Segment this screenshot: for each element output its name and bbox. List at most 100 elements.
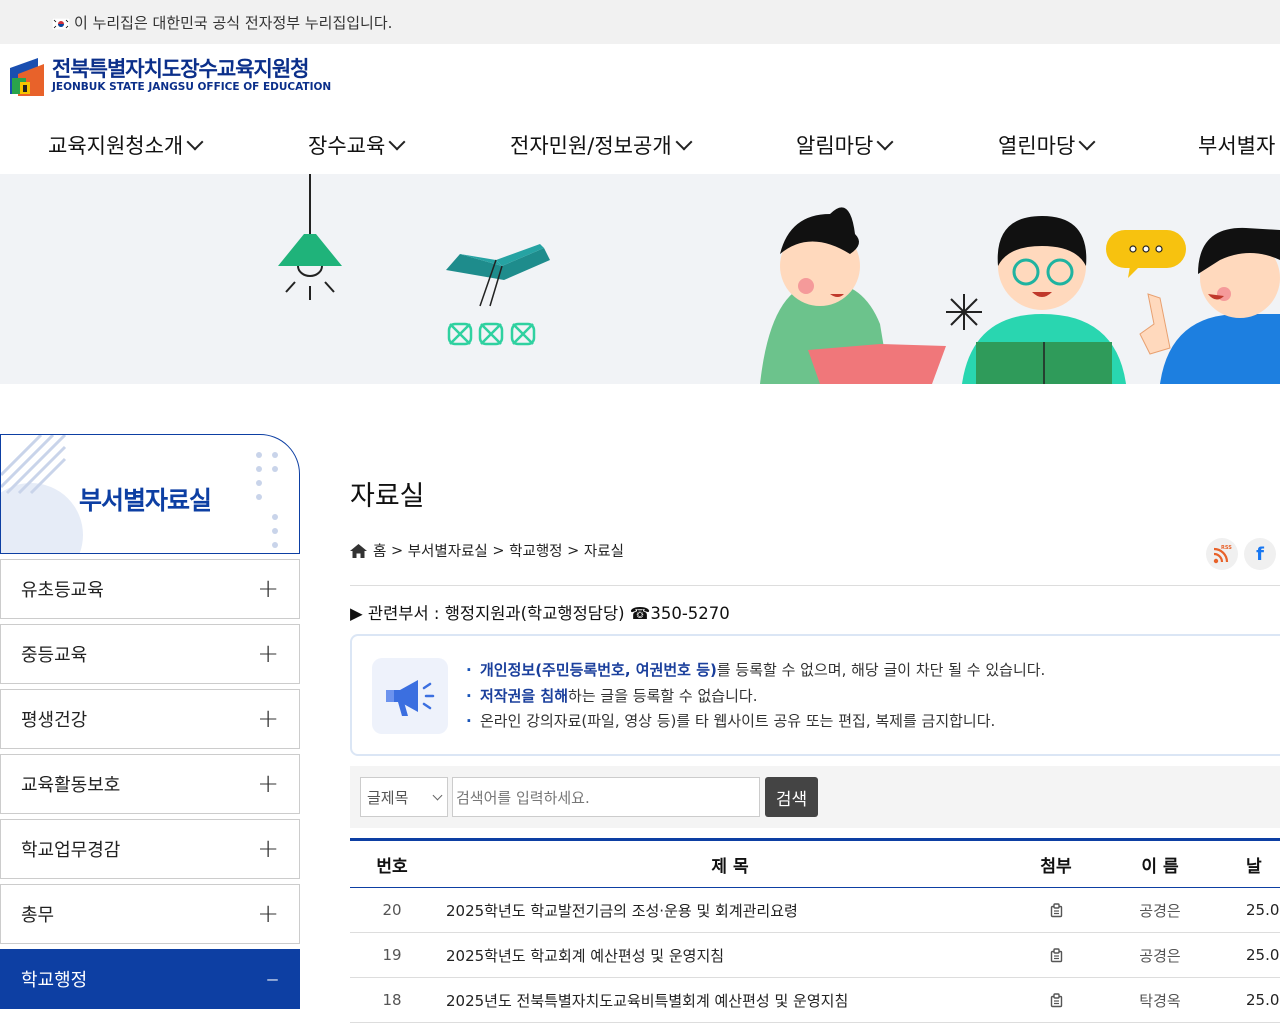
gov-notice-text[interactable]: 이 누리집은 대한민국 공식 전자정부 누리집입니다.	[74, 12, 392, 33]
row-title-link[interactable]: 2025학년도 학교회계 예산편성 및 운영지침	[446, 933, 724, 977]
plus-icon: +	[257, 574, 279, 604]
table-row: 18 2025년도 전북특별자치도교육비특별회계 예산편성 및 운영지침 탁경옥…	[350, 978, 1280, 1023]
gnb-label: 장수교육	[308, 134, 386, 158]
gnb-item-open[interactable]: 열린마당	[998, 130, 1096, 160]
breadcrumb-home[interactable]: 홈	[373, 540, 386, 561]
notice-box: 개인정보(주민등록번호, 여권번호 등)를 등록할 수 없으며, 해당 글이 차…	[350, 634, 1280, 756]
sidebar-item-workload-reduction[interactable]: 학교업무경감 +	[0, 819, 300, 879]
sidebar-item-label: 유초등교육	[21, 580, 104, 601]
breadcrumb-school-admin[interactable]: 학교행정	[509, 540, 562, 561]
chevron-down-icon	[388, 133, 406, 151]
home-icon[interactable]	[350, 543, 367, 558]
sidebar-item-activity-protection[interactable]: 교육활동보호 +	[0, 754, 300, 814]
row-author: 공경은	[1139, 946, 1181, 965]
sidebar-item-label: 총무	[21, 905, 55, 926]
gnb-item-civil[interactable]: 전자민원/정보공개	[510, 130, 693, 160]
main-navigation: 교육지원청소개 장수교육 전자민원/정보공개 알림마당 열린마당 부서별자	[0, 116, 1280, 174]
gnb-item-education[interactable]: 장수교육	[308, 130, 406, 160]
row-no: 18	[382, 991, 402, 1009]
gov-notice-bar: 이 누리집은 대한민국 공식 전자정부 누리집입니다.	[0, 0, 1280, 44]
sidebar-item-elementary[interactable]: 유초등교육 +	[0, 559, 300, 619]
rss-icon: RSS	[1213, 545, 1232, 564]
breadcrumb-separator: >	[390, 542, 404, 559]
plus-icon: +	[257, 899, 279, 929]
table-row: 20 2025학년도 학교발전기금의 조성·운용 및 회계관리요령 공경은 25…	[350, 888, 1280, 933]
logo-korean-name: 전북특별자치도장수교육지원청	[52, 57, 309, 81]
breadcrumb-current: 자료실	[583, 544, 624, 560]
row-no: 20	[382, 901, 402, 919]
sidebar-item-lifelong-health[interactable]: 평생건강 +	[0, 689, 300, 749]
sidebar-menu: 유초등교육 + 중등교육 + 평생건강 + 교육활동보호 + 학교업무경감 + 총무 + 학…	[0, 559, 300, 1014]
row-no: 19	[382, 946, 402, 964]
sidebar-item-label: 평생건강	[21, 710, 88, 731]
chevron-down-icon	[1078, 133, 1096, 151]
banner-illustration	[278, 174, 1280, 384]
notice-strong: 저작권을 침해	[480, 686, 569, 705]
sidebar-item-label: 중등교육	[21, 645, 88, 666]
logo-english-name: JEONBUK STATE JANGSU OFFICE OF EDUCATION	[52, 81, 332, 93]
logo-mark-icon	[8, 54, 46, 96]
notice-text: 온라인 강의자료(파일, 영상 등)를 타 웹사이트 공유 또는 편집, 복제를…	[480, 712, 996, 730]
row-title-link[interactable]: 2025년도 전북특별자치도교육비특별회계 예산편성 및 운영지침	[446, 978, 848, 1022]
notice-strong: 개인정보(주민등록번호, 여권번호 등)	[480, 661, 717, 679]
gnb-item-dept[interactable]: 부서별자	[1198, 130, 1275, 160]
attachment-icon[interactable]	[1026, 978, 1086, 1022]
notice-text: 하는 글을 등록할 수 없습니다.	[568, 686, 758, 705]
sidebar-item-label: 학교업무경감	[21, 840, 121, 861]
search-field-select[interactable]: 글제목	[360, 777, 448, 817]
facebook-icon: f	[1256, 543, 1264, 565]
gnb-label: 부서별자	[1198, 134, 1276, 158]
row-author: 공경은	[1139, 901, 1181, 920]
gnb-label: 알림마당	[796, 134, 874, 158]
divider	[350, 585, 1280, 586]
facebook-button[interactable]: f	[1244, 538, 1276, 570]
breadcrumb-dept-archive[interactable]: 부서별자료실	[408, 540, 488, 561]
row-date: 25.0	[1246, 991, 1280, 1009]
notice-item: 온라인 강의자료(파일, 영상 등)를 타 웹사이트 공유 또는 편집, 복제를…	[466, 709, 1045, 735]
sidebar-title-box: 부서별자료실	[0, 434, 300, 554]
gnb-label: 전자민원/정보공개	[510, 134, 672, 158]
board-table: 번호 제 목 첨부 이 름 날 20 2025학년도 학교발전기금의 조성·운용…	[350, 838, 1280, 1023]
search-bar: 글제목 검색어를 입력하세요. 검색	[350, 766, 1280, 828]
minus-icon: –	[266, 964, 279, 994]
gnb-item-notice[interactable]: 알림마당	[796, 130, 894, 160]
header-title: 제 목	[711, 856, 749, 877]
row-title-link[interactable]: 2025학년도 학교발전기금의 조성·운용 및 회계관리요령	[446, 888, 798, 932]
attachment-icon[interactable]	[1026, 933, 1086, 977]
attachment-icon[interactable]	[1026, 888, 1086, 932]
korean-flag-icon	[51, 16, 71, 31]
table-header: 번호 제 목 첨부 이 름 날	[350, 838, 1280, 888]
visual-banner	[0, 174, 1280, 384]
sidebar-item-secondary[interactable]: 중등교육 +	[0, 624, 300, 684]
gnb-item-intro[interactable]: 교육지원청소개	[48, 130, 204, 160]
chevron-down-icon	[432, 790, 443, 801]
select-value: 글제목	[367, 788, 409, 807]
notice-text: 를 등록할 수 없으며, 해당 글이 차단 될 수 있습니다.	[716, 661, 1046, 679]
table-row: 19 2025학년도 학교회계 예산편성 및 운영지침 공경은 25.0	[350, 933, 1280, 978]
chevron-down-icon	[186, 133, 204, 151]
site-logo[interactable]: 전북특별자치도장수교육지원청 JEONBUK STATE JANGSU OFFI…	[8, 54, 331, 96]
sidebar-item-general-affairs[interactable]: 총무 +	[0, 884, 300, 944]
search-input[interactable]: 검색어를 입력하세요.	[452, 777, 760, 817]
breadcrumb-separator: >	[492, 542, 505, 559]
rss-button[interactable]: RSS	[1206, 538, 1238, 570]
sidebar-item-label: 학교행정	[21, 970, 88, 991]
gnb-label: 열린마당	[998, 134, 1076, 158]
page-title: 자료실	[350, 481, 425, 512]
row-date: 25.0	[1246, 901, 1280, 919]
notice-item: 저작권을 침해하는 글을 등록할 수 없습니다.	[466, 684, 1045, 710]
breadcrumb-separator: >	[567, 542, 580, 559]
chevron-down-icon	[876, 133, 894, 151]
sidebar-item-school-admin[interactable]: 학교행정 –	[0, 949, 300, 1009]
search-button[interactable]: 검색	[765, 777, 818, 817]
plus-icon: +	[257, 769, 279, 799]
rss-text: RSS	[1221, 545, 1232, 551]
row-author: 탁경옥	[1139, 991, 1181, 1010]
plus-icon: +	[257, 834, 279, 864]
sidebar-item-label: 교육활동보호	[21, 775, 121, 796]
gnb-label: 교육지원청소개	[48, 134, 184, 158]
row-date: 25.0	[1246, 946, 1280, 964]
breadcrumb: 홈 > 부서별자료실 > 학교행정 > 자료실	[350, 540, 624, 561]
plus-icon: +	[257, 639, 279, 669]
notice-item: 개인정보(주민등록번호, 여권번호 등)를 등록할 수 없으며, 해당 글이 차…	[466, 658, 1045, 684]
